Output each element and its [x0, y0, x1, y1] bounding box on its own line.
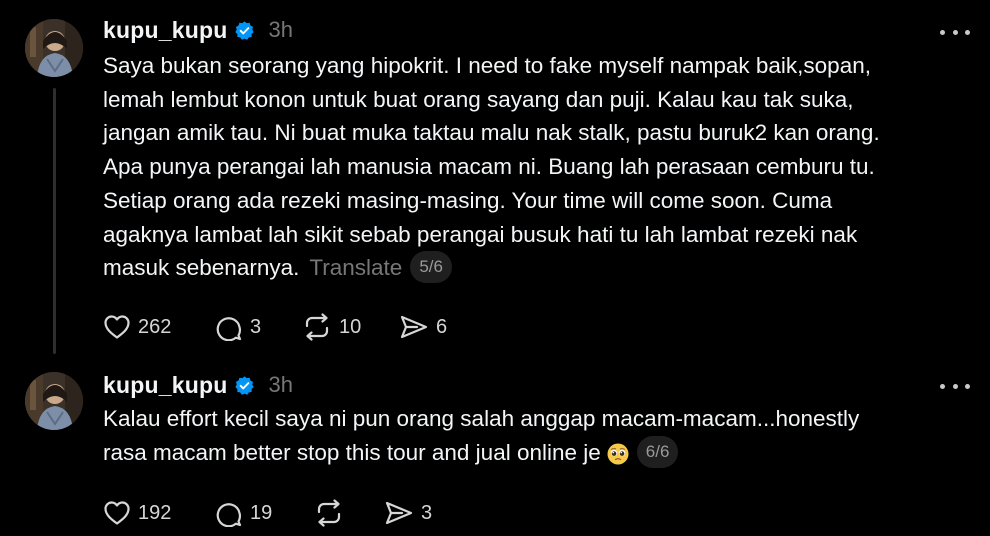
- reply-button[interactable]: 3: [216, 314, 302, 341]
- thread-post: kupu_kupu 3h Kalau effort kecil saya ni …: [0, 362, 990, 536]
- share-count: 6: [436, 315, 448, 338]
- verified-badge-icon: [234, 375, 255, 396]
- reply-count: 3: [250, 315, 262, 338]
- send-icon: [399, 314, 429, 340]
- translate-link[interactable]: Translate: [309, 255, 402, 280]
- heart-icon: [103, 314, 131, 340]
- share-button[interactable]: 6: [399, 314, 447, 340]
- post-text-line: masuk sebenarnya.: [103, 255, 300, 281]
- avatar-photo: [25, 19, 83, 77]
- more-dots-icon[interactable]: [940, 22, 970, 42]
- post-text-last-line: masuk sebenarnya. Translate 5/6: [103, 251, 963, 285]
- avatar-photo: [25, 372, 83, 430]
- pleading-face-emoji: [607, 441, 629, 465]
- reply-count: 19: [250, 501, 273, 524]
- like-button[interactable]: 192: [103, 500, 216, 526]
- more-dots-icon[interactable]: [940, 376, 970, 396]
- repost-count: 10: [339, 315, 362, 338]
- post-text-line: Setiap orang ada rezeki masing-masing. Y…: [103, 187, 833, 213]
- like-count: 262: [138, 315, 172, 338]
- thread-connector-line: [53, 88, 56, 354]
- avatar[interactable]: [25, 19, 83, 77]
- post-text-line: Saya bukan seorang yang hipokrit. I need…: [103, 53, 871, 78]
- post-text-line: Kalau effort kecil saya ni pun orang sal…: [103, 406, 860, 431]
- post-actions: 262 3 10 6: [103, 312, 447, 342]
- username[interactable]: kupu_kupu: [103, 372, 227, 399]
- post-text-line: jangan amik tau. Ni buat muka taktau mal…: [103, 120, 880, 146]
- thread-post: kupu_kupu 3h Saya bukan seorang yang hip…: [0, 0, 990, 362]
- heart-icon: [103, 500, 131, 526]
- send-icon: [384, 500, 414, 526]
- post-actions: 192 19 3: [103, 498, 432, 528]
- avatar[interactable]: [25, 372, 83, 430]
- comment-icon: [216, 314, 243, 341]
- post-text-line: rasa macam better stop this tour and jua…: [103, 439, 601, 465]
- thread-page-indicator: 6/6: [636, 435, 679, 468]
- post-text-line: agaknya lambat lah sikit sebab perangai …: [103, 221, 858, 247]
- post-time: 3h: [268, 372, 293, 397]
- repost-icon: [314, 499, 344, 527]
- share-count: 3: [421, 501, 433, 524]
- verified-badge-icon: [234, 20, 255, 41]
- post-header: kupu_kupu 3h: [103, 371, 293, 399]
- post-body: Kalau effort kecil saya ni pun orang sal…: [103, 402, 963, 470]
- share-button[interactable]: 3: [384, 500, 432, 526]
- like-count: 192: [138, 501, 172, 524]
- post-text-line: Apa punya perangai lah manusia macam ni.…: [103, 154, 875, 180]
- post-header: kupu_kupu 3h: [103, 16, 293, 44]
- reply-button[interactable]: 19: [216, 500, 314, 527]
- comment-icon: [216, 500, 243, 527]
- post-time: 3h: [268, 17, 293, 42]
- repost-button[interactable]: [314, 499, 384, 527]
- post-text-line: lemah lembut konon untuk buat orang saya…: [103, 86, 854, 112]
- like-button[interactable]: 262: [103, 314, 216, 340]
- post-body: Saya bukan seorang yang hipokrit. I need…: [103, 49, 963, 285]
- thread-page-indicator: 5/6: [410, 251, 452, 284]
- username[interactable]: kupu_kupu: [103, 17, 227, 44]
- repost-icon: [302, 313, 332, 341]
- repost-button[interactable]: 10: [302, 313, 399, 341]
- post-text-last-line: rasa macam better stop this tour and jua…: [103, 435, 963, 470]
